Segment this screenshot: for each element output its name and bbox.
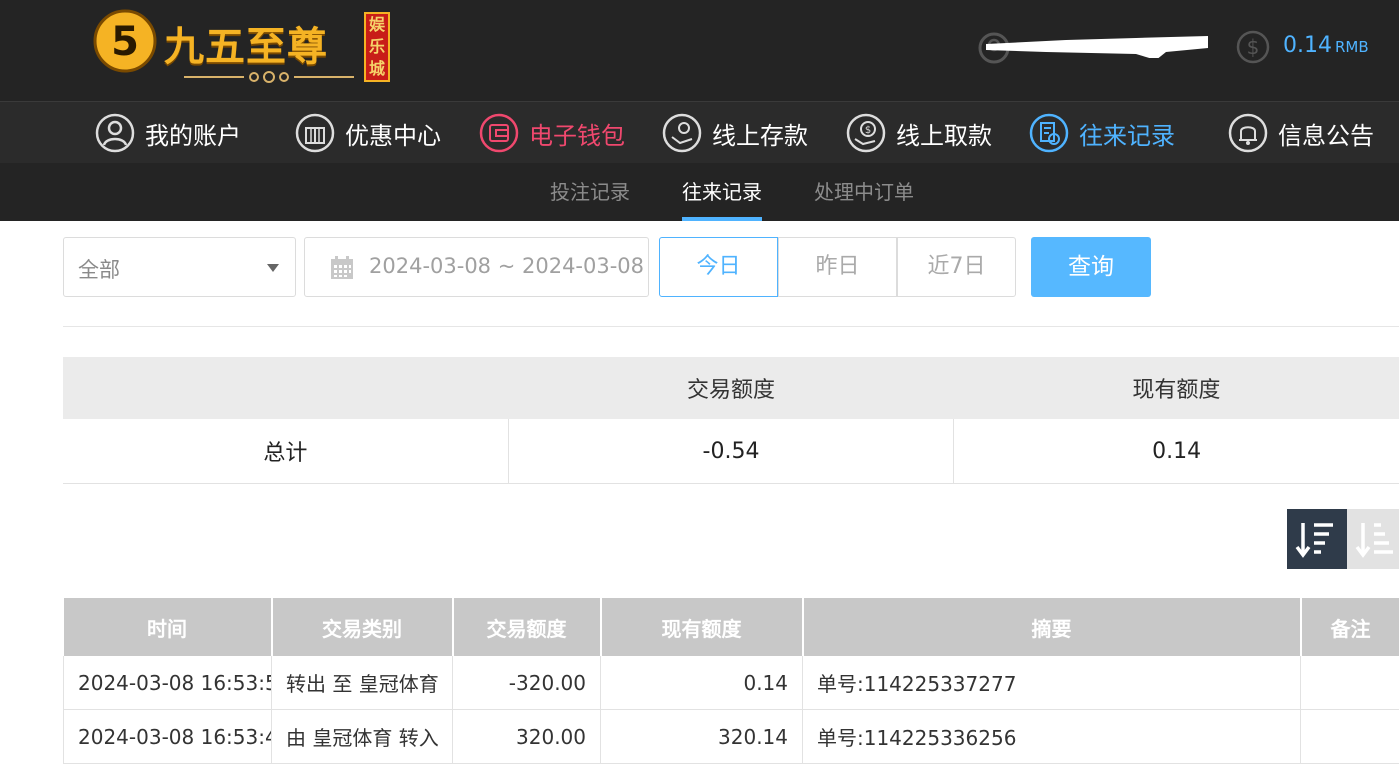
summary-current-amount: 0.14 — [954, 419, 1399, 484]
col-header-type[interactable]: 交易类别 — [272, 598, 453, 656]
summary-header-row: 交易额度 现有额度 — [63, 357, 1399, 419]
subtab-transaction-records[interactable]: 往来记录 — [682, 163, 762, 221]
sub-nav: 投注记录 往来记录 处理中订单 — [0, 163, 1399, 221]
logo-badge: 娱乐城 — [364, 12, 390, 82]
col-header-balance[interactable]: 现有额度 — [601, 598, 803, 656]
sort-desc-button[interactable] — [1287, 509, 1347, 569]
quick-7days-button[interactable]: 近7日 — [897, 237, 1016, 297]
summary-total-label: 总计 — [63, 419, 508, 484]
chevron-down-icon — [267, 264, 279, 272]
cell-balance: 0.14 — [601, 656, 803, 710]
quick-yesterday-button[interactable]: 昨日 — [778, 237, 897, 297]
records-icon — [1029, 113, 1069, 153]
sort-asc-icon — [1347, 509, 1399, 569]
bell-icon — [1228, 113, 1268, 153]
cell-summary: 单号:114225337277 — [803, 656, 1301, 710]
records-header-row: 时间 交易类别 交易额度 现有额度 摘要 备注 — [64, 598, 1399, 656]
summary-trade-amount: -0.54 — [508, 419, 953, 484]
cell-summary: 单号:114225336256 — [803, 710, 1301, 764]
nav-online-withdraw[interactable]: $ 线上取款 — [846, 102, 992, 164]
logo-emblem-icon: 5 — [92, 8, 158, 74]
deposit-icon — [662, 113, 702, 153]
balance-amount: 0.14 — [1283, 33, 1332, 58]
withdraw-icon: $ — [846, 113, 886, 153]
col-header-amount[interactable]: 交易额度 — [453, 598, 601, 656]
wallet-icon — [479, 113, 519, 153]
svg-text:5: 5 — [111, 19, 139, 65]
account-balance: 0.14RMB — [1283, 33, 1369, 58]
subtab-bet-records[interactable]: 投注记录 — [550, 163, 630, 221]
subtab-pending-orders[interactable]: 处理中订单 — [814, 163, 914, 221]
nav-label: 线上存款 — [712, 116, 808, 151]
select-value: 全部 — [78, 254, 120, 284]
col-header-summary[interactable]: 摘要 — [803, 598, 1301, 656]
cell-type: 由 皇冠体育 转入 — [272, 710, 453, 764]
svg-text:$: $ — [865, 125, 871, 136]
date-range-picker[interactable]: 2024-03-08 ~ 2024-03-08 — [304, 237, 649, 297]
site-logo[interactable]: 5 九五至尊 娱乐城 — [92, 8, 392, 88]
divider — [63, 326, 1399, 327]
cell-amount: 320.00 — [453, 710, 601, 764]
dollar-icon: $ — [1236, 30, 1270, 64]
search-button[interactable]: 查询 — [1031, 237, 1151, 297]
date-range-value: 2024-03-08 ~ 2024-03-08 — [369, 254, 644, 278]
balance-currency: RMB — [1335, 38, 1369, 56]
cell-type: 转出 至 皇冠体育 — [272, 656, 453, 710]
cell-time: 2024-03-08 16:53:40 — [64, 710, 272, 764]
cell-balance: 320.14 — [601, 710, 803, 764]
nav-announcements[interactable]: 信息公告 — [1228, 102, 1374, 164]
table-row[interactable]: 2024-03-08 16:53:53 转出 至 皇冠体育 -320.00 0.… — [64, 656, 1399, 710]
quick-today-button[interactable]: 今日 — [659, 237, 778, 297]
nav-e-wallet[interactable]: 电子钱包 — [479, 102, 625, 164]
cell-note — [1301, 656, 1399, 710]
table-row[interactable]: 2024-03-08 16:53:40 由 皇冠体育 转入 320.00 320… — [64, 710, 1399, 764]
sort-desc-icon — [1287, 509, 1347, 569]
gift-icon — [295, 113, 335, 153]
summary-header-blank — [63, 357, 508, 419]
nav-my-account[interactable]: 我的账户 — [95, 102, 241, 164]
nav-promotions[interactable]: 优惠中心 — [295, 102, 441, 164]
nav-online-deposit[interactable]: 线上存款 — [662, 102, 808, 164]
nav-label: 优惠中心 — [345, 116, 441, 151]
summary-header-current: 现有额度 — [954, 357, 1399, 419]
top-header: 5 九五至尊 娱乐城 $ 0.14RMB — [0, 0, 1399, 101]
logo-text: 九五至尊 — [164, 14, 328, 72]
records-table: 时间 交易类别 交易额度 现有额度 摘要 备注 2024-03-08 16:53… — [63, 598, 1399, 764]
transaction-type-select[interactable]: 全部 — [63, 237, 296, 297]
nav-label: 电子钱包 — [529, 116, 625, 151]
redacted-username — [986, 34, 1208, 58]
nav-label: 往来记录 — [1079, 116, 1175, 151]
user-icon — [95, 113, 135, 153]
calendar-icon — [329, 255, 355, 281]
cell-note — [1301, 710, 1399, 764]
summary-total-row: 总计 -0.54 0.14 — [63, 419, 1399, 484]
col-header-time[interactable]: 时间 — [64, 598, 272, 656]
summary-table: 交易额度 现有额度 总计 -0.54 0.14 — [63, 357, 1399, 484]
cell-amount: -320.00 — [453, 656, 601, 710]
summary-header-trade: 交易额度 — [508, 357, 953, 419]
nav-label: 我的账户 — [145, 116, 241, 151]
col-header-note[interactable]: 备注 — [1301, 598, 1399, 656]
main-nav: 我的账户 优惠中心 电子钱包 线上存款 $ — [0, 101, 1399, 163]
nav-label: 信息公告 — [1278, 116, 1374, 151]
sort-asc-button[interactable] — [1347, 509, 1399, 569]
nav-label: 线上取款 — [896, 116, 992, 151]
logo-ornament-icon — [184, 70, 354, 84]
nav-transaction-records[interactable]: 往来记录 — [1029, 102, 1175, 164]
svg-text:$: $ — [1247, 35, 1260, 59]
cell-time: 2024-03-08 16:53:53 — [64, 656, 272, 710]
